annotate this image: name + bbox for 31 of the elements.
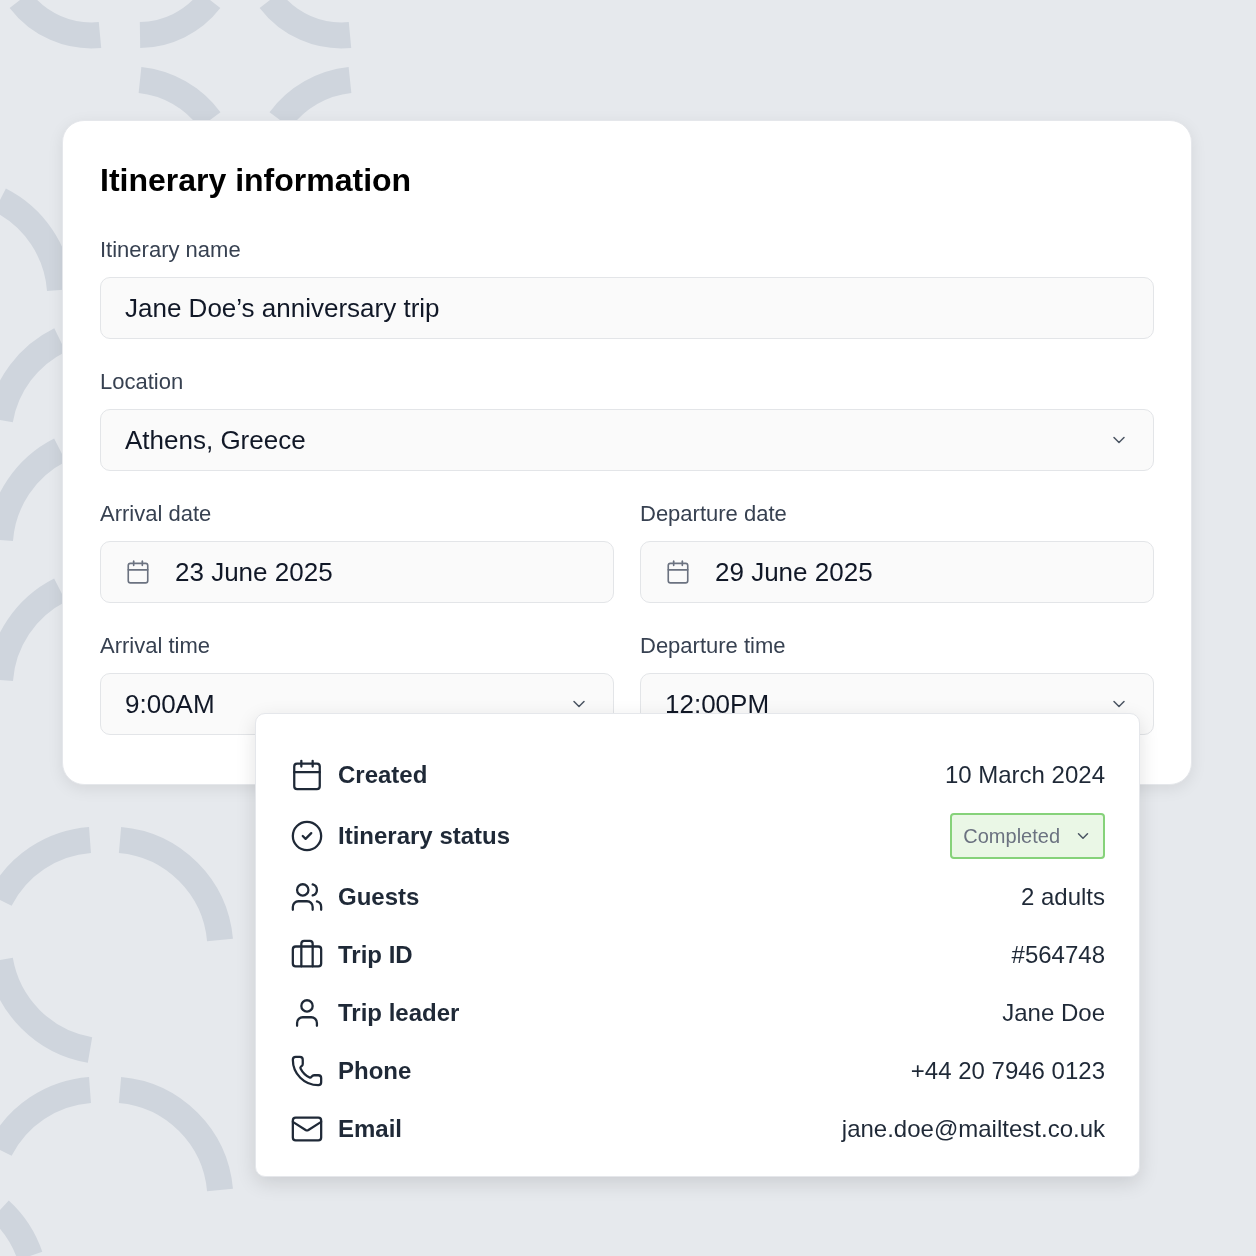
field-label: Location xyxy=(100,369,185,395)
people-icon xyxy=(290,880,324,914)
detail-label: Trip leader xyxy=(338,998,461,1028)
status-dropdown[interactable]: Completed xyxy=(950,813,1105,859)
field-label: Departure time xyxy=(640,633,787,659)
detail-value: +44 20 7946 0123 xyxy=(910,1056,1105,1086)
phone-icon xyxy=(290,1054,324,1088)
detail-label: Guests xyxy=(338,882,421,912)
detail-value: 2 adults xyxy=(1020,882,1105,912)
calendar-icon xyxy=(290,758,324,792)
calendar-icon xyxy=(665,559,691,585)
detail-label: Email xyxy=(338,1114,404,1144)
detail-label: Created xyxy=(338,760,429,790)
select-field[interactable]: Athens, Greece xyxy=(100,409,1154,471)
field-label: Itinerary name xyxy=(100,237,242,263)
date-field[interactable]: 23 June 2025 xyxy=(100,541,614,603)
calendar-icon xyxy=(125,559,151,585)
date-field[interactable]: 29 June 2025 xyxy=(640,541,1154,603)
field-label: Departure date xyxy=(640,501,788,527)
detail-label: Phone xyxy=(338,1056,413,1086)
detail-value: Jane Doe xyxy=(1002,998,1105,1028)
detail-label: Itinerary status xyxy=(338,821,512,851)
field-label: Arrival time xyxy=(100,633,211,659)
input-field[interactable]: Jane Doe’s anniversary trip xyxy=(100,277,1154,339)
field-label: Arrival date xyxy=(100,501,213,527)
detail-value: #564748 xyxy=(1011,940,1105,970)
detail-value: 10 March 2024 xyxy=(944,760,1105,790)
detail-label: Trip ID xyxy=(338,940,414,970)
form-title: Itinerary information xyxy=(100,161,413,199)
check-circle-icon xyxy=(290,819,324,853)
detail-value: jane.doe@mailtest.co.uk xyxy=(841,1114,1105,1144)
